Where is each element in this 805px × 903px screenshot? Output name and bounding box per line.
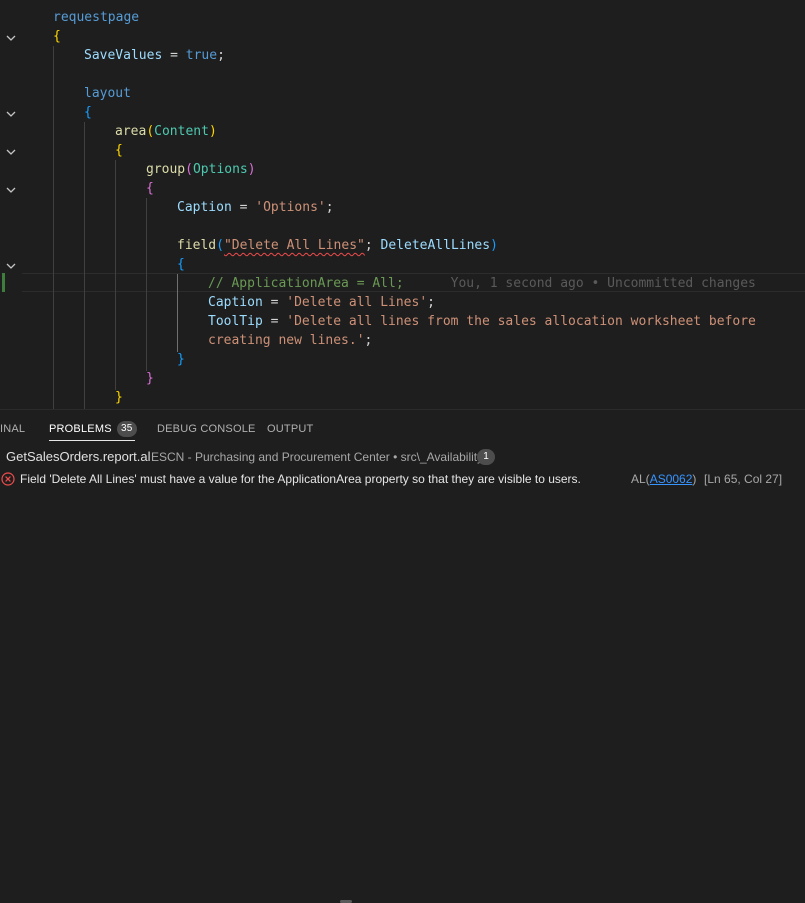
code-token: group <box>146 162 186 177</box>
panel-tabs: INAL PROBLEMS 35 DEBUG CONSOLE OUTPUT <box>0 410 805 444</box>
code-token: { <box>53 29 61 44</box>
code-token: { <box>177 257 185 272</box>
code-token: creating new lines.' <box>208 333 365 348</box>
code-token: { <box>84 105 92 120</box>
code-token: = <box>262 295 287 310</box>
code-token: Caption <box>208 295 263 310</box>
code-token: ( <box>216 238 224 253</box>
code-token: area <box>115 124 147 139</box>
code-token: ToolTip <box>208 314 263 329</box>
chevron-down-icon[interactable] <box>5 185 17 195</box>
tab-output[interactable]: OUTPUT <box>267 420 313 438</box>
code-token: "Delete All Lines" <box>223 238 365 253</box>
problem-source-prefix: AL( <box>631 472 650 486</box>
editor-gutter <box>0 0 52 409</box>
code-line[interactable]: creating new lines.'; <box>208 331 372 350</box>
code-token: Options <box>192 162 248 177</box>
code-line[interactable]: { <box>84 103 92 122</box>
active-tab-indicator <box>49 440 135 441</box>
code-line[interactable]: Caption = 'Options'; <box>177 198 334 217</box>
problem-file-name: GetSalesOrders.report.al <box>6 449 151 464</box>
code-token: ; <box>217 48 225 63</box>
code-line[interactable]: { <box>115 141 123 160</box>
indent-guide-active <box>177 274 178 352</box>
code-token: ; <box>325 200 334 215</box>
problem-source: AL(AS0062) <box>631 469 696 489</box>
code-token: = <box>231 200 256 215</box>
git-blame-annotation: You, 1 second ago • Uncommitted changes <box>403 276 756 291</box>
code-token: { <box>115 143 123 158</box>
code-token: ; <box>427 295 435 310</box>
code-token: 'Delete all Lines' <box>286 295 428 310</box>
git-modified-indicator[interactable] <box>2 273 5 292</box>
code-line[interactable]: } <box>146 369 154 388</box>
code-token: layout <box>84 86 131 101</box>
code-token: = <box>262 314 287 329</box>
code-token: ) <box>208 124 217 139</box>
code-token: ) <box>247 162 256 177</box>
tab-problems[interactable]: PROBLEMS 35 <box>49 420 137 438</box>
code-line[interactable]: layout <box>84 84 131 103</box>
code-line[interactable]: { <box>177 255 185 274</box>
indent-guide <box>53 46 54 409</box>
code-token: // ApplicationArea = All; <box>208 276 404 291</box>
code-token: 'Options' <box>255 200 326 215</box>
code-token: true <box>185 48 218 63</box>
code-line[interactable]: { <box>146 179 154 198</box>
error-icon <box>1 472 15 486</box>
code-line[interactable]: // ApplicationArea = All; You, 1 second … <box>208 274 756 293</box>
problem-file-path: ESCN - Purchasing and Procurement Center… <box>151 450 484 464</box>
problems-count-badge: 35 <box>116 421 137 438</box>
code-token: Content <box>154 124 209 139</box>
problem-location: [Ln 65, Col 27] <box>704 472 783 486</box>
code-line[interactable]: SaveValues = true; <box>84 46 225 65</box>
code-line[interactable]: } <box>177 350 185 369</box>
code-line[interactable]: field("Delete All Lines"; DeleteAllLines… <box>177 236 498 255</box>
code-line[interactable]: Caption = 'Delete all Lines'; <box>208 293 435 312</box>
code-token: 'Delete all lines from the sales allocat… <box>286 314 756 329</box>
indent-guide <box>146 198 147 371</box>
code-token: = <box>162 48 186 63</box>
code-token: SaveValues <box>84 48 163 63</box>
tab-debug-console[interactable]: DEBUG CONSOLE <box>157 420 256 438</box>
problem-file-count-badge: 1 <box>477 449 495 465</box>
code-token: Caption <box>177 200 232 215</box>
code-line[interactable]: ToolTip = 'Delete all lines from the sal… <box>208 312 756 331</box>
code-token: ) <box>490 238 498 253</box>
problem-file-row[interactable]: GetSalesOrders.report.al ESCN - Purchasi… <box>0 446 805 468</box>
code-token: ( <box>185 162 193 177</box>
code-token: ; <box>364 238 381 253</box>
tab-problems-label: PROBLEMS <box>49 423 112 435</box>
code-token: DeleteAllLines <box>380 238 491 253</box>
chevron-down-icon[interactable] <box>5 261 17 271</box>
bottom-panel: INAL PROBLEMS 35 DEBUG CONSOLE OUTPUT Get… <box>0 409 805 903</box>
problem-item[interactable]: Field 'Delete All Lines' must have a val… <box>0 469 805 489</box>
code-token: requestpage <box>53 10 140 25</box>
code-line[interactable]: } <box>115 388 123 407</box>
code-token: } <box>146 371 154 386</box>
code-token: { <box>146 181 154 196</box>
code-editor[interactable]: requestpage { SaveValues = true; layout { are… <box>0 0 805 409</box>
code-token: ; <box>364 333 373 348</box>
chevron-down-icon[interactable] <box>5 33 17 43</box>
code-token: field <box>177 238 217 253</box>
chevron-down-icon[interactable] <box>5 109 17 119</box>
code-token: ( <box>146 124 155 139</box>
code-line[interactable]: { <box>53 27 61 46</box>
indent-guide <box>84 122 85 409</box>
code-token: } <box>115 390 123 405</box>
code-token: } <box>177 352 185 367</box>
problem-code-link[interactable]: AS0062 <box>650 472 693 486</box>
code-line[interactable]: group(Options) <box>146 160 256 179</box>
indent-guide <box>115 160 116 390</box>
code-line[interactable]: area(Content) <box>115 122 217 141</box>
tab-terminal[interactable]: INAL <box>0 420 25 438</box>
code-line[interactable]: requestpage <box>53 8 139 27</box>
problem-message: Field 'Delete All Lines' must have a val… <box>20 472 581 486</box>
chevron-down-icon[interactable] <box>5 147 17 157</box>
problem-source-suffix: ) <box>692 472 697 486</box>
